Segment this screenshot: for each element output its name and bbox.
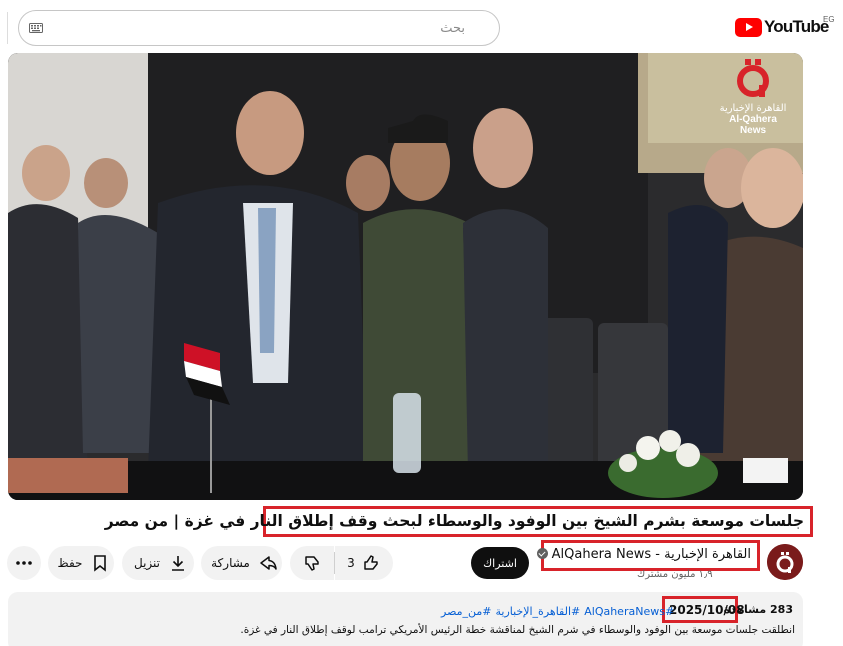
guide-edge — [0, 12, 8, 44]
publish-date: 2025/10/08 — [669, 603, 745, 617]
share-label: مشاركة — [211, 556, 250, 570]
hashtag-link[interactable]: #AlQaheraNews — [584, 605, 674, 618]
country-code: EG — [823, 15, 835, 24]
channel-avatar[interactable] — [767, 544, 803, 580]
bookmark-icon — [94, 555, 107, 572]
like-button[interactable] — [290, 546, 334, 580]
download-icon — [172, 556, 184, 571]
share-icon — [260, 556, 277, 570]
save-label: حفظ — [57, 556, 83, 570]
channel-watermark: القاهرة الإخبارية Al-Qahera News — [718, 57, 788, 147]
avatar-logo-icon — [767, 544, 803, 580]
search-input[interactable] — [53, 12, 473, 44]
save-button[interactable]: حفظ — [48, 546, 114, 580]
verified-icon — [536, 548, 548, 559]
video-title: جلسات موسعة بشرم الشيخ بين الوفود والوسط… — [104, 512, 804, 530]
qahera-logo-icon — [733, 57, 773, 101]
video-frame — [8, 53, 803, 500]
more-icon — [16, 561, 32, 565]
subscriber-count: ١٫٩ مليون مشترك — [637, 569, 713, 580]
channel-name[interactable]: القاهرة الإخبارية - AlQahera News — [552, 547, 751, 562]
thumbs-down-icon — [305, 556, 319, 571]
thumbs-up-icon — [364, 555, 378, 570]
watermark-english: Al-Qahera News — [729, 114, 777, 136]
title-highlight: جلسات موسعة بشرم الشيخ بين الوفود والوسط… — [105, 506, 813, 537]
share-button[interactable]: مشاركة — [201, 546, 282, 580]
top-bar: YouTube EG — [0, 0, 843, 56]
youtube-logo[interactable]: YouTube — [735, 16, 829, 38]
like-count-button[interactable]: 3 — [335, 546, 393, 580]
like-count: 3 — [347, 556, 355, 570]
logo-text: YouTube — [764, 17, 829, 36]
subscribe-button[interactable]: اشتراك — [471, 547, 529, 579]
description-text: انطلقت جلسات موسعة بين الوفود والوسطاء ف… — [240, 624, 795, 636]
youtube-play-icon — [735, 17, 762, 37]
channel-highlight: القاهرة الإخبارية - AlQahera News — [536, 540, 760, 571]
hashtag-list: #AlQaheraNews #القاهرة_الإخبارية #من_مصر — [437, 605, 674, 618]
search-box[interactable] — [18, 10, 500, 46]
watermark-arabic: القاهرة الإخبارية — [719, 103, 787, 114]
more-actions-button[interactable] — [7, 546, 41, 580]
hashtag-link[interactable]: #القاهرة_الإخبارية — [495, 605, 580, 618]
video-player[interactable]: القاهرة الإخبارية Al-Qahera News — [8, 53, 803, 500]
channel-name-link[interactable]: القاهرة الإخبارية - AlQahera News — [536, 547, 751, 562]
hashtag-link[interactable]: #من_مصر — [441, 605, 491, 618]
keyboard-icon[interactable] — [29, 23, 43, 33]
download-label: تنزيل — [133, 556, 160, 570]
download-button[interactable]: تنزيل — [122, 546, 194, 580]
